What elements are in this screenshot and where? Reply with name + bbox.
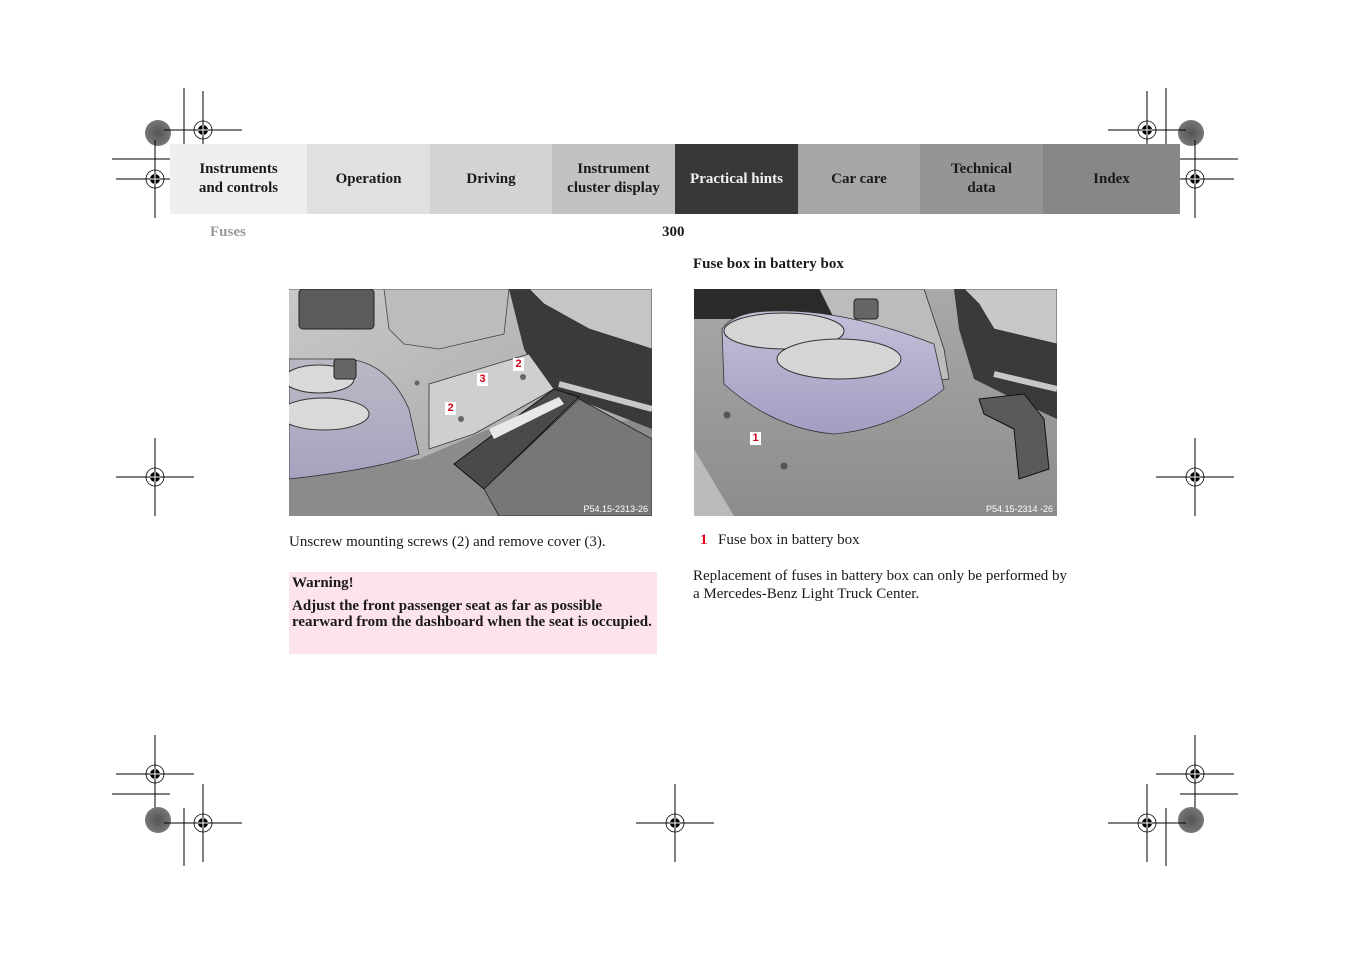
warning-box: Warning! Adjust the front passenger seat… <box>289 572 657 654</box>
callout-2: 2 <box>513 358 524 371</box>
legend-number: 1 <box>700 532 708 548</box>
callout-3: 3 <box>477 373 488 386</box>
warning-body: Adjust the front passenger seat as far a… <box>292 598 652 630</box>
legend-text: Fuse box in battery box <box>718 532 860 548</box>
instruction-text: Unscrew mounting screws (2) and remove c… <box>289 534 606 550</box>
tab-label: Instrument cluster display <box>567 161 660 196</box>
figure-legend: 1 Fuse box in battery box <box>700 532 860 549</box>
tab-instrument-cluster-display[interactable]: Instrument cluster display <box>552 144 675 214</box>
tab-label: Driving <box>466 170 516 187</box>
chapter-navigation: Instruments and controls Operation Drivi… <box>170 144 1180 214</box>
figure-battery-box: 1 P54.15-2314 -26 <box>694 289 1057 516</box>
tab-label: Operation <box>335 170 402 187</box>
battery-box-paragraph: Replacement of fuses in battery box can … <box>693 568 1068 602</box>
section-heading: Fuse box in battery box <box>693 256 844 272</box>
warning-title: Warning! <box>292 575 354 591</box>
tab-practical-hints[interactable]: Practical hints <box>675 144 798 214</box>
tab-operation[interactable]: Operation <box>307 144 430 214</box>
figure-seat-rail-cover: 2 3 2 P54.15-2313-26 <box>289 289 652 516</box>
tab-instruments-and-controls[interactable]: Instruments and controls <box>170 144 307 214</box>
figure-code: P54.15-2314 -26 <box>985 504 1053 514</box>
illustration-battery-box <box>694 289 1057 516</box>
color-target-icon <box>1178 120 1204 146</box>
tab-index[interactable]: Index <box>1043 144 1180 214</box>
tab-label: Car care <box>831 170 887 187</box>
tab-label: Practical hints <box>690 170 783 187</box>
tab-label: Technical data <box>950 161 1013 196</box>
page-number: 300 <box>662 224 685 240</box>
tab-driving[interactable]: Driving <box>430 144 552 214</box>
figure-code: P54.15-2313-26 <box>583 504 648 514</box>
color-target-icon <box>1178 807 1204 833</box>
tab-label: Index <box>1093 170 1130 187</box>
tab-label: Instruments and controls <box>198 161 279 196</box>
callout-1: 1 <box>750 432 761 445</box>
callout-2: 2 <box>445 402 456 415</box>
color-target-icon <box>145 120 171 146</box>
color-target-icon <box>145 807 171 833</box>
section-title: Fuses <box>210 224 246 240</box>
tab-technical-data[interactable]: Technical data <box>920 144 1043 214</box>
tab-car-care[interactable]: Car care <box>798 144 920 214</box>
illustration-seat-cover <box>289 289 652 516</box>
